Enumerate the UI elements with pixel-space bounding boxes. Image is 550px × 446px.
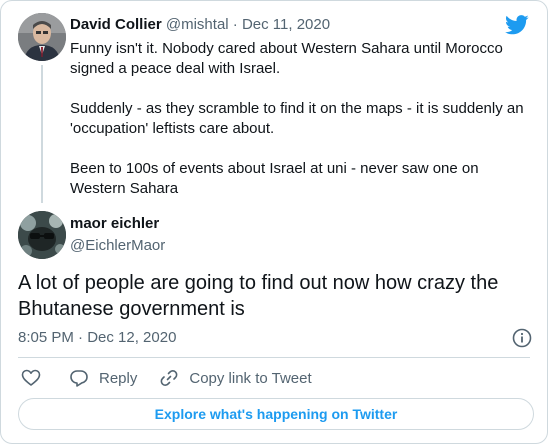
link-icon [160,370,178,386]
parent-tweet-date[interactable]: Dec 11, 2020 [242,16,330,33]
person-photo-icon [18,211,66,259]
copy-link-button[interactable]: Copy link to Tweet [159,368,312,388]
meta-separator: · [232,16,238,33]
divider [18,357,530,358]
tweet-actions: Reply Copy link to Tweet [21,367,312,389]
parent-author-name[interactable]: David Collier [70,16,162,33]
like-button[interactable] [21,368,41,388]
reply-button[interactable]: Reply [69,368,137,388]
main-tweet-text: A lot of people are going to find out no… [18,272,499,320]
parent-author-avatar[interactable] [18,13,66,61]
tweet-timestamp[interactable]: 8:05 PM · Dec 12, 2020 [18,329,176,346]
explore-twitter-button[interactable]: Explore what's happening on Twitter [18,398,534,430]
reply-icon [70,370,88,387]
info-icon[interactable] [511,327,533,349]
parent-tweet-header: David Collier @mishtal · Dec 11, 2020 [70,16,330,33]
embedded-tweet-card: David Collier @mishtal · Dec 11, 2020 Fu… [0,0,548,444]
person-photo-icon [18,13,66,61]
twitter-bird-icon[interactable] [505,15,529,35]
heart-icon [21,369,41,386]
main-author-avatar[interactable] [18,211,66,259]
reply-label: Reply [99,369,138,387]
main-author-name[interactable]: maor eichler [70,215,159,232]
parent-author-handle[interactable]: @mishtal [166,16,229,33]
parent-tweet-text: Funny isn't it. Nobody cared about Weste… [70,40,524,197]
copy-link-label: Copy link to Tweet [189,369,312,387]
main-author-handle[interactable]: @EichlerMaor [70,237,165,254]
thread-connector-line [41,65,43,203]
